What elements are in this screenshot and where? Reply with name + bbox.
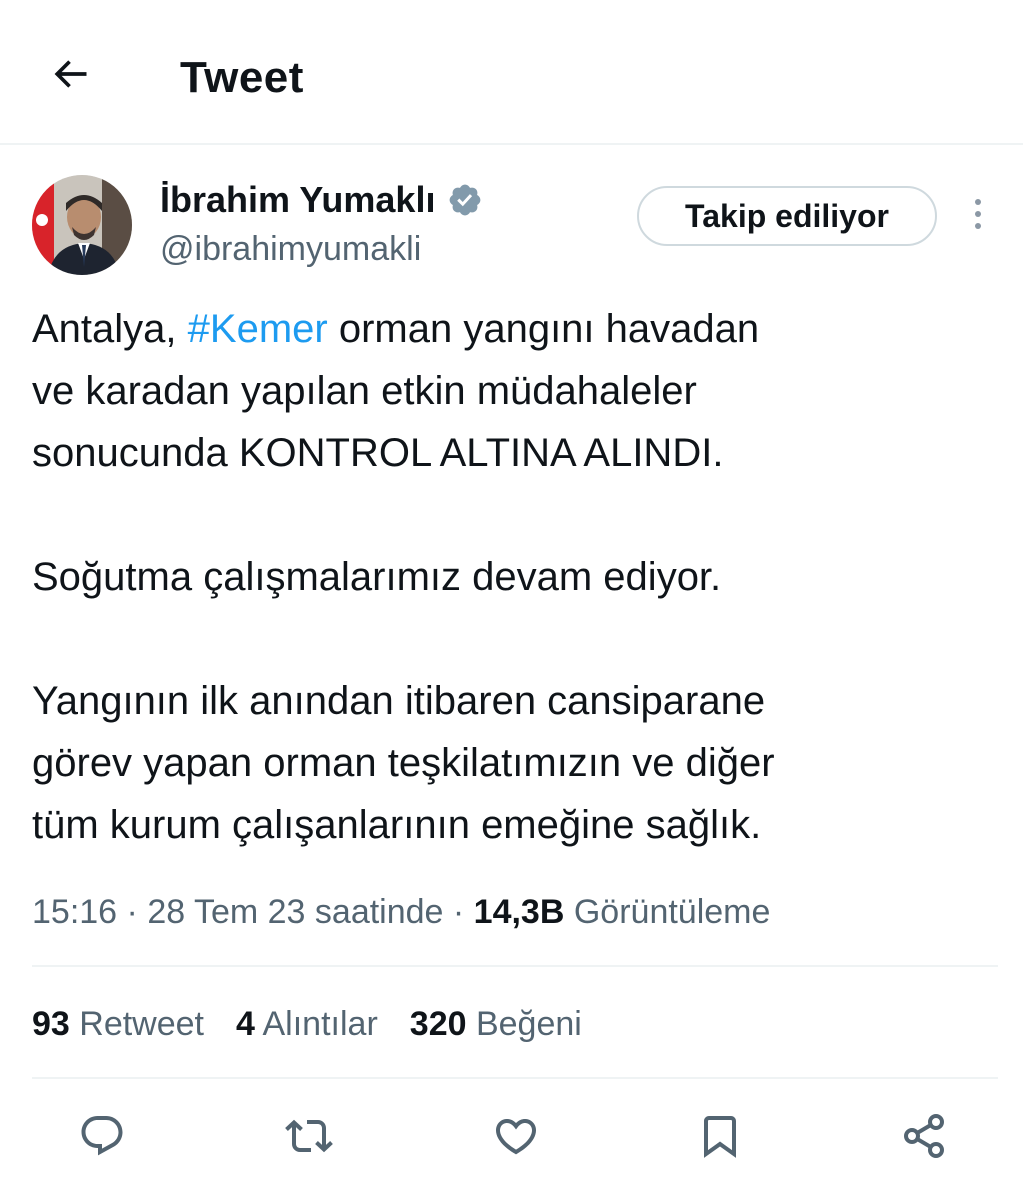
tweet-date[interactable]: 28 Tem 23 saatinde [147,893,443,931]
tweet-line: Antalya, #Kemer orman yangını havadan [32,298,992,360]
quotes-label: Alıntılar [254,1005,378,1043]
views-label: Görüntüleme [564,893,771,931]
divider [32,1077,998,1079]
tweet-line: Yangının ilk anından itibaren cansiparan… [32,679,766,723]
views-count: 14,3B [473,893,565,931]
action-bar [0,1108,1023,1168]
tweet-text: Antalya, #Kemer orman yangını havadan ve… [32,298,992,856]
like-button[interactable] [486,1108,546,1168]
hashtag-link[interactable]: #Kemer [188,307,328,351]
retweets-count: 93 [32,1005,70,1043]
arrow-left-icon [48,52,92,101]
separator: · [117,893,148,931]
likes-count: 320 [409,1005,467,1043]
bookmark-button[interactable] [690,1108,750,1168]
author-handle[interactable]: @ibrahimyumakli [160,229,421,269]
back-button[interactable] [44,50,96,102]
retweets-stat[interactable]: 93 Retweet [32,1002,204,1046]
bookmark-icon [696,1112,744,1165]
retweets-label: Retweet [69,1005,205,1043]
more-vertical-icon [971,196,985,237]
author-name[interactable]: İbrahim Yumaklı [160,178,483,222]
divider [32,965,998,967]
tweet-time[interactable]: 15:16 [32,893,117,931]
tweet-line: ve karadan yapılan etkin müdahaleler [32,369,697,413]
page-title: Tweet [180,53,304,102]
heart-icon [492,1112,540,1165]
following-button[interactable]: Takip ediliyor [637,186,937,246]
tweet-line: görev yapan orman teşkilatımızın ve diğe… [32,741,775,785]
tweet-line: tüm kurum çalışanlarının emeğine sağlık. [32,803,762,847]
tweet-text-segment: Antalya, [32,307,188,351]
reply-icon [78,1112,126,1165]
quotes-stat[interactable]: 4 Alıntılar [236,1002,378,1046]
quotes-count: 4 [236,1005,255,1043]
separator: · [443,893,474,931]
tweet-meta: 15:16 · 28 Tem 23 saatinde · 14,3B Görün… [32,890,770,934]
engagement-stats: 93 Retweet 4 Alıntılar 320 Beğeni [32,1002,582,1046]
share-icon [900,1112,948,1165]
tweet-line: sonucunda KONTROL ALTINA ALINDI. [32,431,724,475]
reply-button[interactable] [72,1108,132,1168]
verified-badge-icon [447,182,483,218]
top-bar: Tweet [0,0,1023,145]
likes-label: Beğeni [466,1005,582,1043]
likes-stat[interactable]: 320 Beğeni [410,1002,582,1046]
retweet-button[interactable] [279,1108,339,1168]
tweet-line: Soğutma çalışmalarımız devam ediyor. [32,555,722,599]
retweet-icon [285,1112,333,1165]
share-button[interactable] [894,1108,954,1168]
tweet-text-segment: orman yangını havadan [327,307,760,351]
author-name-text: İbrahim Yumaklı [160,179,436,220]
more-button[interactable] [958,196,998,236]
avatar[interactable] [32,175,132,275]
